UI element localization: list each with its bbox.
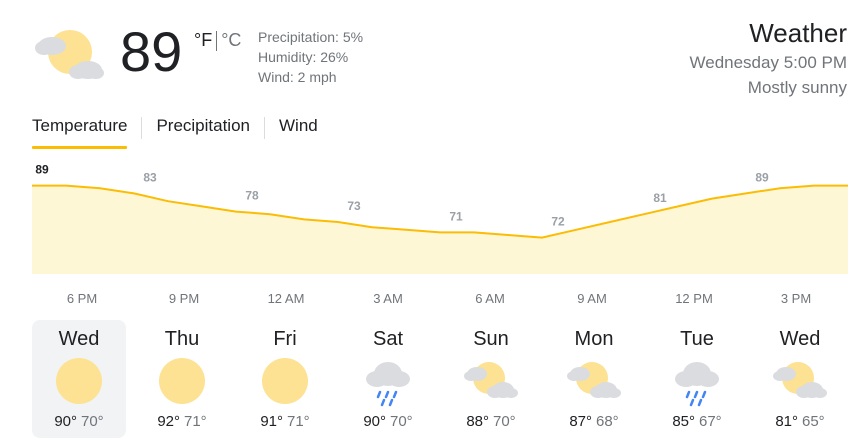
day-card[interactable]: Thu 92° 71°	[135, 320, 229, 438]
time-tick-label: 9 PM	[169, 291, 199, 306]
precipitation-text: Precipitation: 5%	[258, 29, 364, 45]
day-high: 91°	[260, 413, 283, 430]
day-temps: 92° 71°	[135, 412, 229, 432]
day-temps: 91° 71°	[238, 412, 332, 432]
day-name: Sun	[473, 328, 509, 350]
time-tick-label: 9 AM	[577, 291, 607, 306]
day-low: 67°	[699, 413, 722, 430]
sunny-icon	[159, 358, 205, 404]
day-temps: 90° 70°	[32, 412, 126, 432]
time-tick-label: 6 AM	[475, 291, 505, 306]
condition-text: Mostly sunny	[747, 78, 847, 97]
day-name: Fri	[273, 328, 297, 350]
day-name: Wed	[779, 328, 821, 350]
day-high: 90°	[363, 413, 386, 430]
day-high: 81°	[775, 413, 798, 430]
temperature-label: 73	[347, 199, 361, 213]
day-low: 65°	[802, 413, 825, 430]
time-tick-label: 3 AM	[373, 291, 403, 306]
day-high: 87°	[569, 413, 592, 430]
day-card[interactable]: Wed 90° 70°	[32, 320, 126, 438]
day-name: Thu	[164, 328, 200, 350]
day-card[interactable]: Wed 81° 65°	[753, 320, 847, 438]
temperature-chart-svg: 89 83 78 73 71 72 81 89 6 PM 9 PM 12 AM 3 AM 6 AM 9 A…	[32, 163, 848, 306]
day-high: 92°	[157, 413, 180, 430]
day-low: 70°	[81, 413, 104, 430]
day-temps: 85° 67°	[650, 412, 744, 432]
chart-tabs: Temperature Precipitation Wind	[32, 108, 318, 150]
day-card[interactable]: Sat 90° 70°	[341, 320, 435, 438]
tab-divider	[264, 117, 265, 139]
tab-temperature[interactable]: Temperature	[32, 108, 128, 149]
day-name: Wed	[58, 328, 100, 350]
day-temps: 88° 70°	[444, 412, 538, 432]
day-low: 71°	[287, 413, 310, 430]
temperature-chart: 89 83 78 73 71 72 81 89 6 PM 9 PM 12 AM 3 AM 6 AM 9 A…	[0, 160, 861, 320]
temperature-label: 81	[653, 191, 667, 205]
day-temps: 87° 68°	[547, 412, 641, 432]
temperature-label: 78	[245, 189, 259, 203]
temperature-label: 72	[551, 215, 565, 229]
datetime-text: Wednesday 5:00 PM	[689, 53, 848, 72]
partly-sunny-icon	[567, 362, 621, 398]
day-low: 68°	[596, 413, 619, 430]
temperature-label: 71	[449, 209, 463, 223]
partly-sunny-icon	[773, 362, 827, 398]
unit-celsius-button[interactable]: °C	[221, 30, 241, 51]
time-tick-label: 3 PM	[781, 291, 811, 306]
tab-divider	[141, 117, 143, 139]
time-tick-label: 12 PM	[675, 291, 713, 306]
day-temps: 81° 65°	[753, 412, 847, 432]
day-temps: 90° 70°	[341, 412, 435, 432]
current-temperature: 89	[120, 20, 183, 83]
tab-wind[interactable]: Wind	[279, 108, 318, 148]
temperature-label: 89	[755, 170, 769, 184]
tab-precipitation[interactable]: Precipitation	[156, 108, 250, 148]
time-tick-label: 12 AM	[268, 291, 305, 306]
daily-forecast: Wed 90° 70° Thu 92° 71° Fri 91° 71° Sat 90° 70° Sun 8…	[32, 320, 861, 440]
sunny-icon	[262, 358, 308, 404]
temperature-label: 83	[143, 170, 157, 184]
showers-icon	[675, 362, 719, 407]
partly-sunny-icon	[464, 362, 518, 398]
time-tick-label: 6 PM	[67, 291, 97, 306]
day-low: 70°	[390, 413, 413, 430]
day-card[interactable]: Fri 91° 71°	[238, 320, 332, 438]
day-high: 88°	[466, 413, 489, 430]
page-title: Weather	[749, 18, 847, 48]
temperature-label: 89	[35, 163, 49, 177]
day-name: Mon	[574, 328, 614, 350]
current-details: Precipitation: 5% Humidity: 26% Wind: 2 …	[258, 27, 363, 87]
partly-sunny-icon	[35, 30, 104, 79]
unit-fahrenheit-button[interactable]: °F	[194, 30, 212, 51]
humidity-text: Humidity: 26%	[258, 49, 349, 65]
day-low: 70°	[493, 413, 516, 430]
day-card[interactable]: Sun 88° 70°	[444, 320, 538, 438]
sunny-icon	[56, 358, 102, 404]
showers-icon	[366, 362, 410, 407]
weather-header: Weather Wednesday 5:00 PM Mostly sunny	[690, 16, 848, 100]
day-low: 71°	[184, 413, 207, 430]
unit-switcher: °F °C	[194, 30, 241, 51]
day-card[interactable]: Mon 87° 68°	[547, 320, 641, 438]
day-high: 90°	[54, 413, 77, 430]
day-card[interactable]: Tue 85° 67°	[650, 320, 744, 438]
unit-divider	[216, 30, 218, 51]
day-name: Sat	[372, 328, 404, 350]
day-name: Tue	[680, 328, 714, 350]
day-high: 85°	[672, 413, 695, 430]
wind-text: Wind: 2 mph	[258, 69, 337, 85]
